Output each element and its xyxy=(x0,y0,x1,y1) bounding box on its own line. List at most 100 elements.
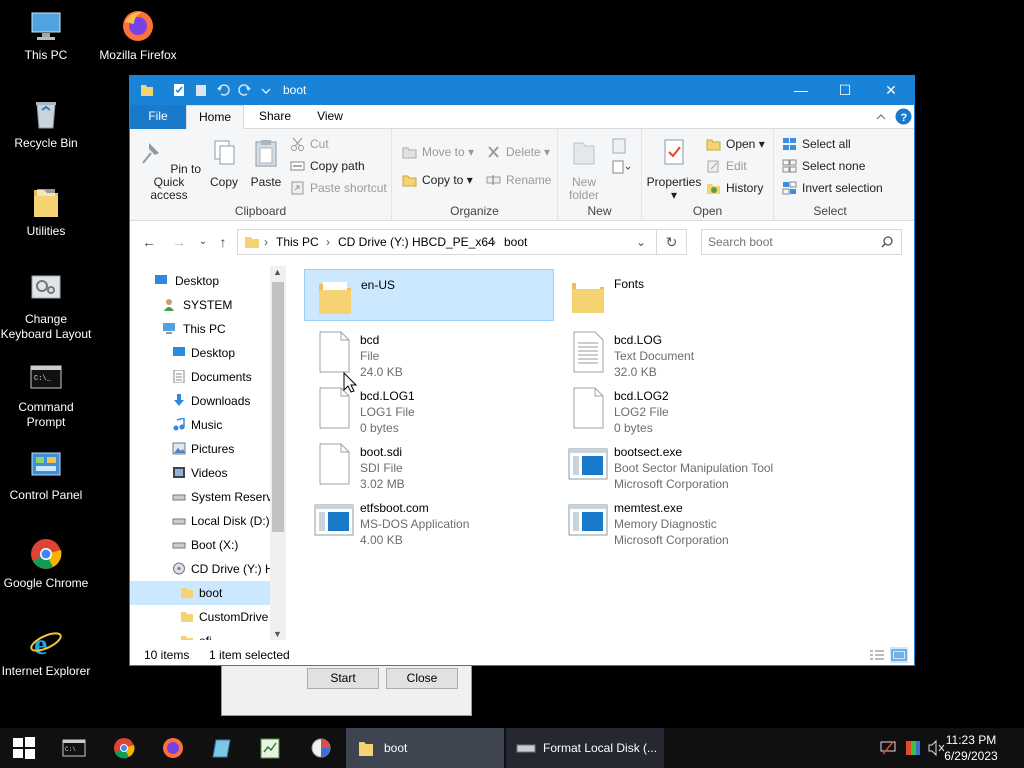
nav-item-boot[interactable]: boot xyxy=(130,581,286,605)
desktop-icon-firefox[interactable]: Mozilla Firefox xyxy=(92,8,184,63)
nav-item-cd-drive-y[interactable]: CD Drive (Y:) H xyxy=(130,557,286,581)
taskbar-task-format-disk[interactable]: Format Local Disk (... xyxy=(506,728,664,768)
new-item-icon[interactable] xyxy=(610,137,632,155)
taskbar-task-boot[interactable]: boot xyxy=(346,728,504,768)
desktop-icon-recycle-bin[interactable]: Recycle Bin xyxy=(0,96,92,151)
nav-item-desktop-pc[interactable]: Desktop xyxy=(130,341,286,365)
file-tile-bootsect-exe[interactable]: bootsect.exe Boot Sector Manipulation To… xyxy=(558,437,808,491)
nav-item-documents[interactable]: Documents xyxy=(130,365,286,389)
desktop-icon-this-pc[interactable]: This PC xyxy=(0,8,92,63)
copy-path-button[interactable]: Copy path xyxy=(290,157,365,175)
start-button[interactable]: Start xyxy=(307,668,379,689)
desktop-icon-utilities[interactable]: Utilities xyxy=(0,184,92,239)
rename-button[interactable]: Rename xyxy=(486,171,551,189)
nav-item-music[interactable]: Music xyxy=(130,413,286,437)
file-tile-memtest-exe[interactable]: memtest.exe Memory Diagnostic Microsoft … xyxy=(558,493,808,547)
firefox-icon[interactable] xyxy=(161,736,185,760)
file-tile-etfsboot-com[interactable]: etfsboot.com MS-DOS Application 4.00 KB xyxy=(304,493,554,547)
maximize-button[interactable]: ☐ xyxy=(822,76,868,105)
up-button[interactable]: ↑ xyxy=(214,234,232,250)
desktop-icon-control-panel[interactable]: Control Panel xyxy=(0,448,92,503)
file-tile-boot-sdi[interactable]: boot.sdi SDI File 3.02 MB xyxy=(304,437,554,491)
file-tile-fonts[interactable]: Fonts xyxy=(558,269,808,321)
nav-item-downloads[interactable]: Downloads xyxy=(130,389,286,413)
new-folder-icon[interactable] xyxy=(194,82,208,98)
command-prompt-icon[interactable]: C:\ xyxy=(62,736,86,760)
paste-shortcut-button[interactable]: Paste shortcut xyxy=(290,179,387,197)
file-tile-bcd-log[interactable]: bcd.LOG Text Document 32.0 KB xyxy=(558,325,808,379)
paste-button[interactable]: Paste xyxy=(246,137,286,189)
select-none-button[interactable]: Select none xyxy=(782,157,865,175)
copy-to-button[interactable]: Copy to ▾ xyxy=(402,171,473,189)
chrome-icon[interactable] xyxy=(112,736,136,760)
help-icon[interactable]: ? xyxy=(895,108,912,125)
notepad-icon[interactable] xyxy=(210,736,234,760)
nav-item-this-pc[interactable]: This PC xyxy=(130,317,286,341)
delete-button[interactable]: Delete ▾ xyxy=(486,143,550,161)
spreadsheet-icon[interactable] xyxy=(258,736,282,760)
properties-button[interactable]: Properties ▾ xyxy=(644,137,704,202)
select-all-button[interactable]: Select all xyxy=(782,135,851,153)
nav-item-desktop[interactable]: Desktop xyxy=(130,269,286,293)
details-view-icon[interactable] xyxy=(868,648,886,662)
new-folder-button[interactable]: New folder xyxy=(562,137,606,202)
breadcrumb-this-pc[interactable]: This PC xyxy=(276,235,319,249)
nav-item-efi[interactable]: efi xyxy=(130,629,286,640)
system-clock[interactable]: 11:23 PM 6/29/2023 xyxy=(936,732,1006,764)
pin-to-quick-access-button[interactable]: Pin to Quick access xyxy=(136,137,202,202)
move-to-button[interactable]: Move to ▾ xyxy=(402,143,474,161)
file-tile-en-us[interactable]: en-US xyxy=(304,269,554,321)
partition-tool-icon[interactable] xyxy=(309,736,333,760)
large-icons-view-icon[interactable] xyxy=(890,647,908,663)
open-button[interactable]: Open ▾ xyxy=(706,135,765,153)
chevron-down-icon[interactable]: ⌄ xyxy=(636,235,646,249)
start-windows-icon[interactable] xyxy=(12,736,36,760)
network-icon[interactable] xyxy=(880,740,896,756)
nav-item-system[interactable]: SYSTEM xyxy=(130,293,286,317)
refresh-button[interactable]: ↻ xyxy=(657,229,687,255)
file-tile-bcd[interactable]: bcd File 24.0 KB xyxy=(304,325,554,379)
desktop-icon-internet-explorer[interactable]: e Internet Explorer xyxy=(0,624,92,679)
scroll-down-icon[interactable]: ▼ xyxy=(273,629,282,639)
redo-icon[interactable] xyxy=(238,82,252,98)
nav-item-customdrive[interactable]: CustomDrive xyxy=(130,605,286,629)
tab-view[interactable]: View xyxy=(304,105,356,129)
tab-file[interactable]: File xyxy=(130,105,186,129)
scroll-up-icon[interactable]: ▲ xyxy=(273,267,282,277)
nav-scrollbar[interactable]: ▲ ▼ xyxy=(270,266,286,640)
forward-button[interactable]: → xyxy=(170,234,188,250)
display-settings-icon[interactable] xyxy=(905,740,921,756)
chevron-down-icon[interactable] xyxy=(259,82,273,98)
desktop-icon-command-prompt[interactable]: C:\_ Command Prompt xyxy=(0,360,92,430)
address-bar[interactable]: › This PC › CD Drive (Y:) HBCD_PE_x64 › … xyxy=(237,229,657,255)
undo-icon[interactable] xyxy=(216,82,230,98)
breadcrumb-boot[interactable]: boot xyxy=(504,235,527,249)
nav-item-videos[interactable]: Videos xyxy=(130,461,286,485)
invert-selection-button[interactable]: Invert selection xyxy=(782,179,883,197)
copy-button[interactable]: Copy xyxy=(204,137,244,189)
file-tile-bcd-log2[interactable]: bcd.LOG2 LOG2 File 0 bytes xyxy=(558,381,808,435)
minimize-button[interactable]: — xyxy=(778,76,824,105)
search-input[interactable] xyxy=(708,234,878,250)
close-button[interactable]: Close xyxy=(386,668,458,689)
breadcrumb-cd-drive[interactable]: CD Drive (Y:) HBCD_PE_x64 xyxy=(338,235,495,249)
back-button[interactable]: ← xyxy=(140,234,158,250)
easy-access-icon[interactable] xyxy=(610,159,632,177)
properties-icon[interactable] xyxy=(172,82,186,98)
edit-button[interactable]: Edit xyxy=(706,157,747,175)
nav-item-pictures[interactable]: Pictures xyxy=(130,437,286,461)
tab-home[interactable]: Home xyxy=(186,105,244,130)
title-bar[interactable]: boot — ☐ ✕ xyxy=(130,76,914,105)
nav-item-boot-x[interactable]: Boot (X:) xyxy=(130,533,286,557)
scroll-thumb[interactable] xyxy=(272,282,284,532)
cut-button[interactable]: Cut xyxy=(290,135,329,153)
file-tile-bcd-log1[interactable]: bcd.LOG1 LOG1 File 0 bytes xyxy=(304,381,554,435)
recent-locations-button[interactable]: ⌄ xyxy=(194,234,212,250)
history-button[interactable]: History xyxy=(706,179,763,197)
tab-share[interactable]: Share xyxy=(246,105,304,129)
search-box[interactable] xyxy=(701,229,902,255)
nav-item-system-reserved[interactable]: System Reserve xyxy=(130,485,286,509)
close-window-button[interactable]: ✕ xyxy=(868,76,914,105)
nav-item-local-disk-d[interactable]: Local Disk (D:) xyxy=(130,509,286,533)
desktop-icon-chrome[interactable]: Google Chrome xyxy=(0,536,92,591)
